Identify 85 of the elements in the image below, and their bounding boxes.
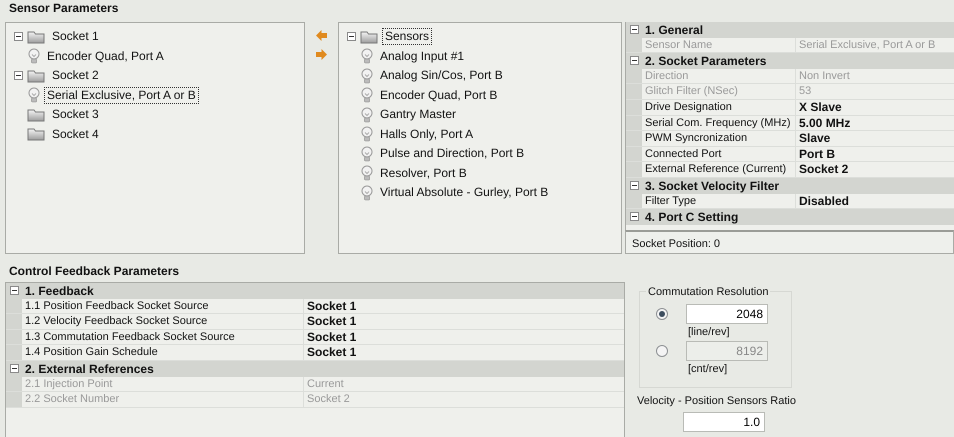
- tree-item[interactable]: Encoder Quad, Port A: [44, 48, 167, 65]
- lightbulb-icon: [361, 165, 373, 182]
- property-value[interactable]: Slave: [796, 131, 954, 146]
- number-field[interactable]: 2048: [686, 304, 768, 324]
- collapse-icon[interactable]: [14, 71, 23, 80]
- property-value: Non Invert: [798, 68, 851, 84]
- lightbulb-icon: [361, 146, 373, 162]
- folder-icon: [27, 30, 45, 44]
- property-value[interactable]: X Slave: [796, 100, 954, 115]
- unit-label: [line/rev]: [688, 325, 731, 340]
- collapse-icon[interactable]: [630, 56, 639, 66]
- property-value[interactable]: Socket 1: [304, 314, 624, 329]
- property-value[interactable]: 5.00 MHz: [796, 116, 954, 130]
- tree-item[interactable]: Socket 4: [49, 126, 102, 143]
- property-value[interactable]: Port B: [796, 146, 954, 162]
- property-name: Connected Port: [642, 146, 796, 162]
- collapse-icon[interactable]: [630, 181, 639, 190]
- property-name: Glitch Filter (NSec): [642, 84, 796, 99]
- tree-item[interactable]: Resolver, Port B: [377, 164, 470, 182]
- section-title: Control Feedback Parameters: [8, 263, 180, 279]
- category-label: 3. Socket Velocity Filter: [645, 178, 780, 195]
- property-name: Direction: [642, 68, 796, 84]
- folder-icon: [27, 68, 45, 83]
- property-value: Serial Exclusive, Port A or B: [798, 38, 936, 52]
- lightbulb-icon: [361, 48, 373, 64]
- property-value[interactable]: Socket 1: [304, 330, 624, 344]
- category-label: 1. General: [645, 22, 704, 39]
- radio-button[interactable]: [656, 345, 668, 357]
- property-value[interactable]: Disabled: [796, 194, 954, 208]
- tree-item[interactable]: Virtual Absolute - Gurley, Port B: [377, 184, 552, 202]
- lightbulb-icon: [361, 106, 373, 123]
- property-name: 2.1 Injection Point: [22, 376, 304, 392]
- tree-item[interactable]: Halls Only, Port A: [377, 126, 476, 143]
- lightbulb-icon: [361, 68, 373, 84]
- property-name: 2.2 Socket Number: [22, 392, 304, 407]
- collapse-icon[interactable]: [630, 25, 639, 34]
- category-label: 1. Feedback: [25, 282, 94, 300]
- folder-icon: [360, 30, 378, 44]
- property-name: 1.3 Commutation Feedback Socket Source: [22, 330, 304, 344]
- property-value: Socket 2: [306, 392, 351, 407]
- collapse-icon[interactable]: [347, 32, 356, 42]
- category-label: 2. Socket Parameters: [645, 52, 766, 70]
- property-name: 1.2 Velocity Feedback Socket Source: [22, 314, 304, 329]
- property-value: 53: [798, 84, 812, 99]
- lightbulb-icon: [361, 184, 373, 201]
- folder-icon: [27, 127, 45, 142]
- property-name: Sensor Name: [642, 38, 796, 52]
- ratio-label: Velocity - Position Sensors Ratio: [637, 394, 797, 409]
- collapse-icon[interactable]: [14, 32, 23, 42]
- tree-item[interactable]: Pulse and Direction, Port B: [377, 145, 528, 162]
- property-name: Filter Type: [642, 194, 796, 208]
- lightbulb-icon: [361, 87, 373, 104]
- property-name: Drive Designation: [642, 100, 796, 115]
- tree-item[interactable]: Socket 2: [49, 67, 102, 84]
- property-value[interactable]: Socket 1: [304, 298, 624, 314]
- lightbulb-icon: [28, 87, 40, 104]
- property-value[interactable]: Socket 2: [796, 162, 954, 177]
- tree-item[interactable]: Gantry Master: [377, 106, 460, 124]
- collapse-icon[interactable]: [630, 212, 639, 222]
- property-value: Current: [306, 376, 345, 392]
- collapse-icon[interactable]: [10, 364, 19, 374]
- tree-item[interactable]: Serial Exclusive, Port A or B: [44, 86, 199, 104]
- property-name: PWM Syncronization: [642, 131, 796, 146]
- socket-position: Socket Position: 0: [625, 230, 954, 254]
- radio-button[interactable]: [656, 308, 668, 320]
- category-label: 2. External References: [25, 360, 154, 378]
- lightbulb-icon: [361, 126, 373, 142]
- lightbulb-icon: [28, 48, 40, 64]
- property-name: 1.4 Position Gain Schedule: [22, 345, 304, 360]
- property-name: 1.1 Position Feedback Socket Source: [22, 298, 304, 314]
- collapse-icon[interactable]: [10, 286, 19, 296]
- property-name: External Reference (Current): [642, 162, 796, 177]
- property-value[interactable]: Socket 1: [304, 345, 624, 360]
- ratio-field[interactable]: 1.0: [683, 412, 765, 432]
- section-title: Sensor Parameters: [8, 0, 120, 16]
- tree-item[interactable]: Sensors: [382, 28, 432, 46]
- folder-icon: [27, 108, 45, 122]
- tree-item[interactable]: Analog Sin/Cos, Port B: [377, 67, 506, 84]
- tree-item[interactable]: Socket 1: [49, 28, 102, 46]
- category-label: 4. Port C Setting: [645, 208, 738, 226]
- tree-item[interactable]: Socket 3: [49, 106, 102, 124]
- property-name: Serial Com. Frequency (MHz): [642, 116, 796, 130]
- tree-item[interactable]: Analog Input #1: [377, 48, 468, 65]
- unit-label: [cnt/rev]: [688, 362, 728, 377]
- tree-item[interactable]: Encoder Quad, Port B: [377, 86, 500, 104]
